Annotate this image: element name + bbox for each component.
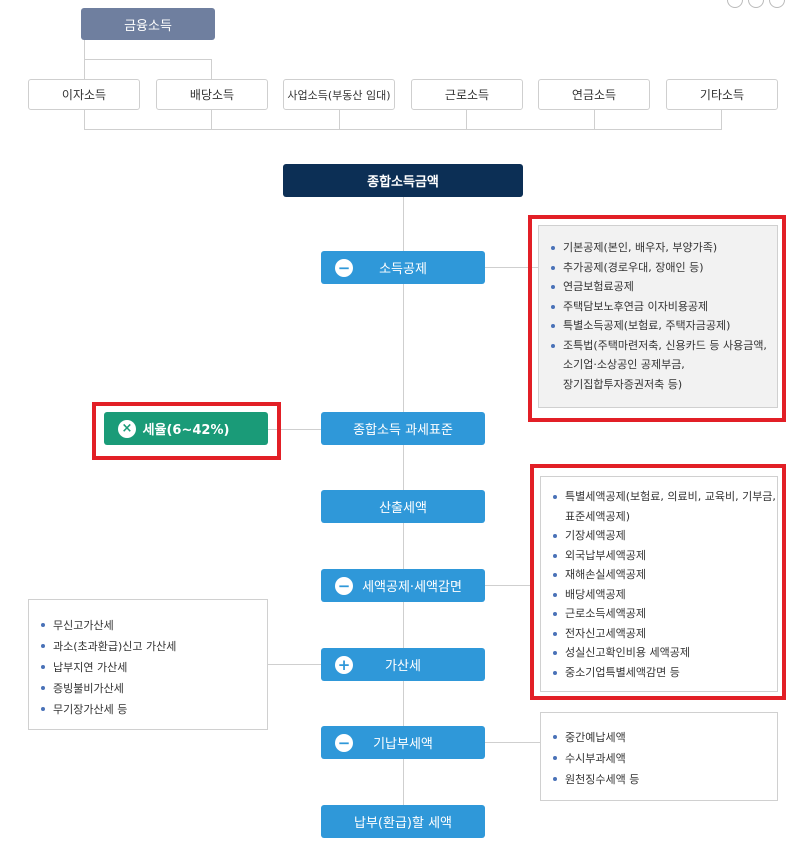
income-box-earned: 근로소득: [411, 79, 523, 110]
minus-icon: −: [335, 733, 353, 752]
connector-line: [484, 742, 540, 743]
list-item: 무신고가산세: [41, 615, 267, 636]
connector-line: [594, 110, 595, 130]
prepaid-tax-label: 기납부세액: [373, 737, 433, 752]
connector-line: [84, 110, 85, 130]
surcharge-box: + 가산세: [321, 648, 485, 681]
tax-credit-label: 세액공제·세액감면: [362, 580, 462, 595]
connector-line: [339, 110, 340, 130]
list-item: 과소(초과환급)신고 가산세: [41, 636, 267, 657]
highlight-frame: [530, 464, 786, 700]
income-box-pension: 연금소득: [538, 79, 650, 110]
financial-income-box: 금융소득: [81, 8, 215, 40]
income-box-interest: 이자소득: [28, 79, 140, 110]
income-box-business: 사업소득(부동산 임대): [283, 79, 395, 110]
highlight-frame: [92, 402, 281, 460]
connector-line: [211, 59, 212, 79]
connector-line: [721, 110, 722, 130]
final-tax-box: 납부(환급)할 세액: [321, 805, 485, 838]
corner-circle-icon-1: [727, 0, 743, 8]
list-item: 수시부과세액: [553, 748, 777, 769]
connector-line: [268, 664, 321, 665]
minus-icon: −: [335, 258, 353, 277]
surcharge-items-panel: 무신고가산세 과소(초과환급)신고 가산세 납부지연 가산세 증빙불비가산세 무…: [28, 599, 268, 730]
connector-line: [211, 110, 212, 130]
list-item: 증빙불비가산세: [41, 678, 267, 699]
connector-line: [84, 129, 722, 130]
prepaid-tax-box: − 기납부세액: [321, 726, 485, 759]
total-income-box: 종합소득금액: [283, 164, 523, 197]
calculated-tax-box: 산출세액: [321, 490, 485, 523]
prepaid-items-panel: 중간예납세액 수시부과세액 원천징수세액 등: [540, 712, 778, 801]
minus-icon: −: [335, 576, 353, 595]
list-item: 원천징수세액 등: [553, 769, 777, 790]
corner-circle-icon-3: [769, 0, 785, 8]
tax-credit-box: − 세액공제·세액감면: [321, 569, 485, 602]
surcharge-label: 가산세: [385, 659, 421, 674]
income-deduction-box: − 소득공제: [321, 251, 485, 284]
corner-circle-icon-2: [748, 0, 764, 8]
list-item: 무기장가산세 등: [41, 699, 267, 720]
income-box-dividend: 배당소득: [156, 79, 268, 110]
list-item: 중간예납세액: [553, 727, 777, 748]
income-deduction-label: 소득공제: [379, 262, 427, 277]
plus-icon: +: [335, 655, 353, 674]
highlight-frame: [528, 215, 786, 422]
income-box-other: 기타소득: [666, 79, 778, 110]
list-item: 납부지연 가산세: [41, 657, 267, 678]
connector-line: [466, 110, 467, 130]
connector-line: [84, 59, 212, 60]
connector-line: [484, 585, 532, 586]
tax-base-box: 종합소득 과세표준: [321, 412, 485, 445]
